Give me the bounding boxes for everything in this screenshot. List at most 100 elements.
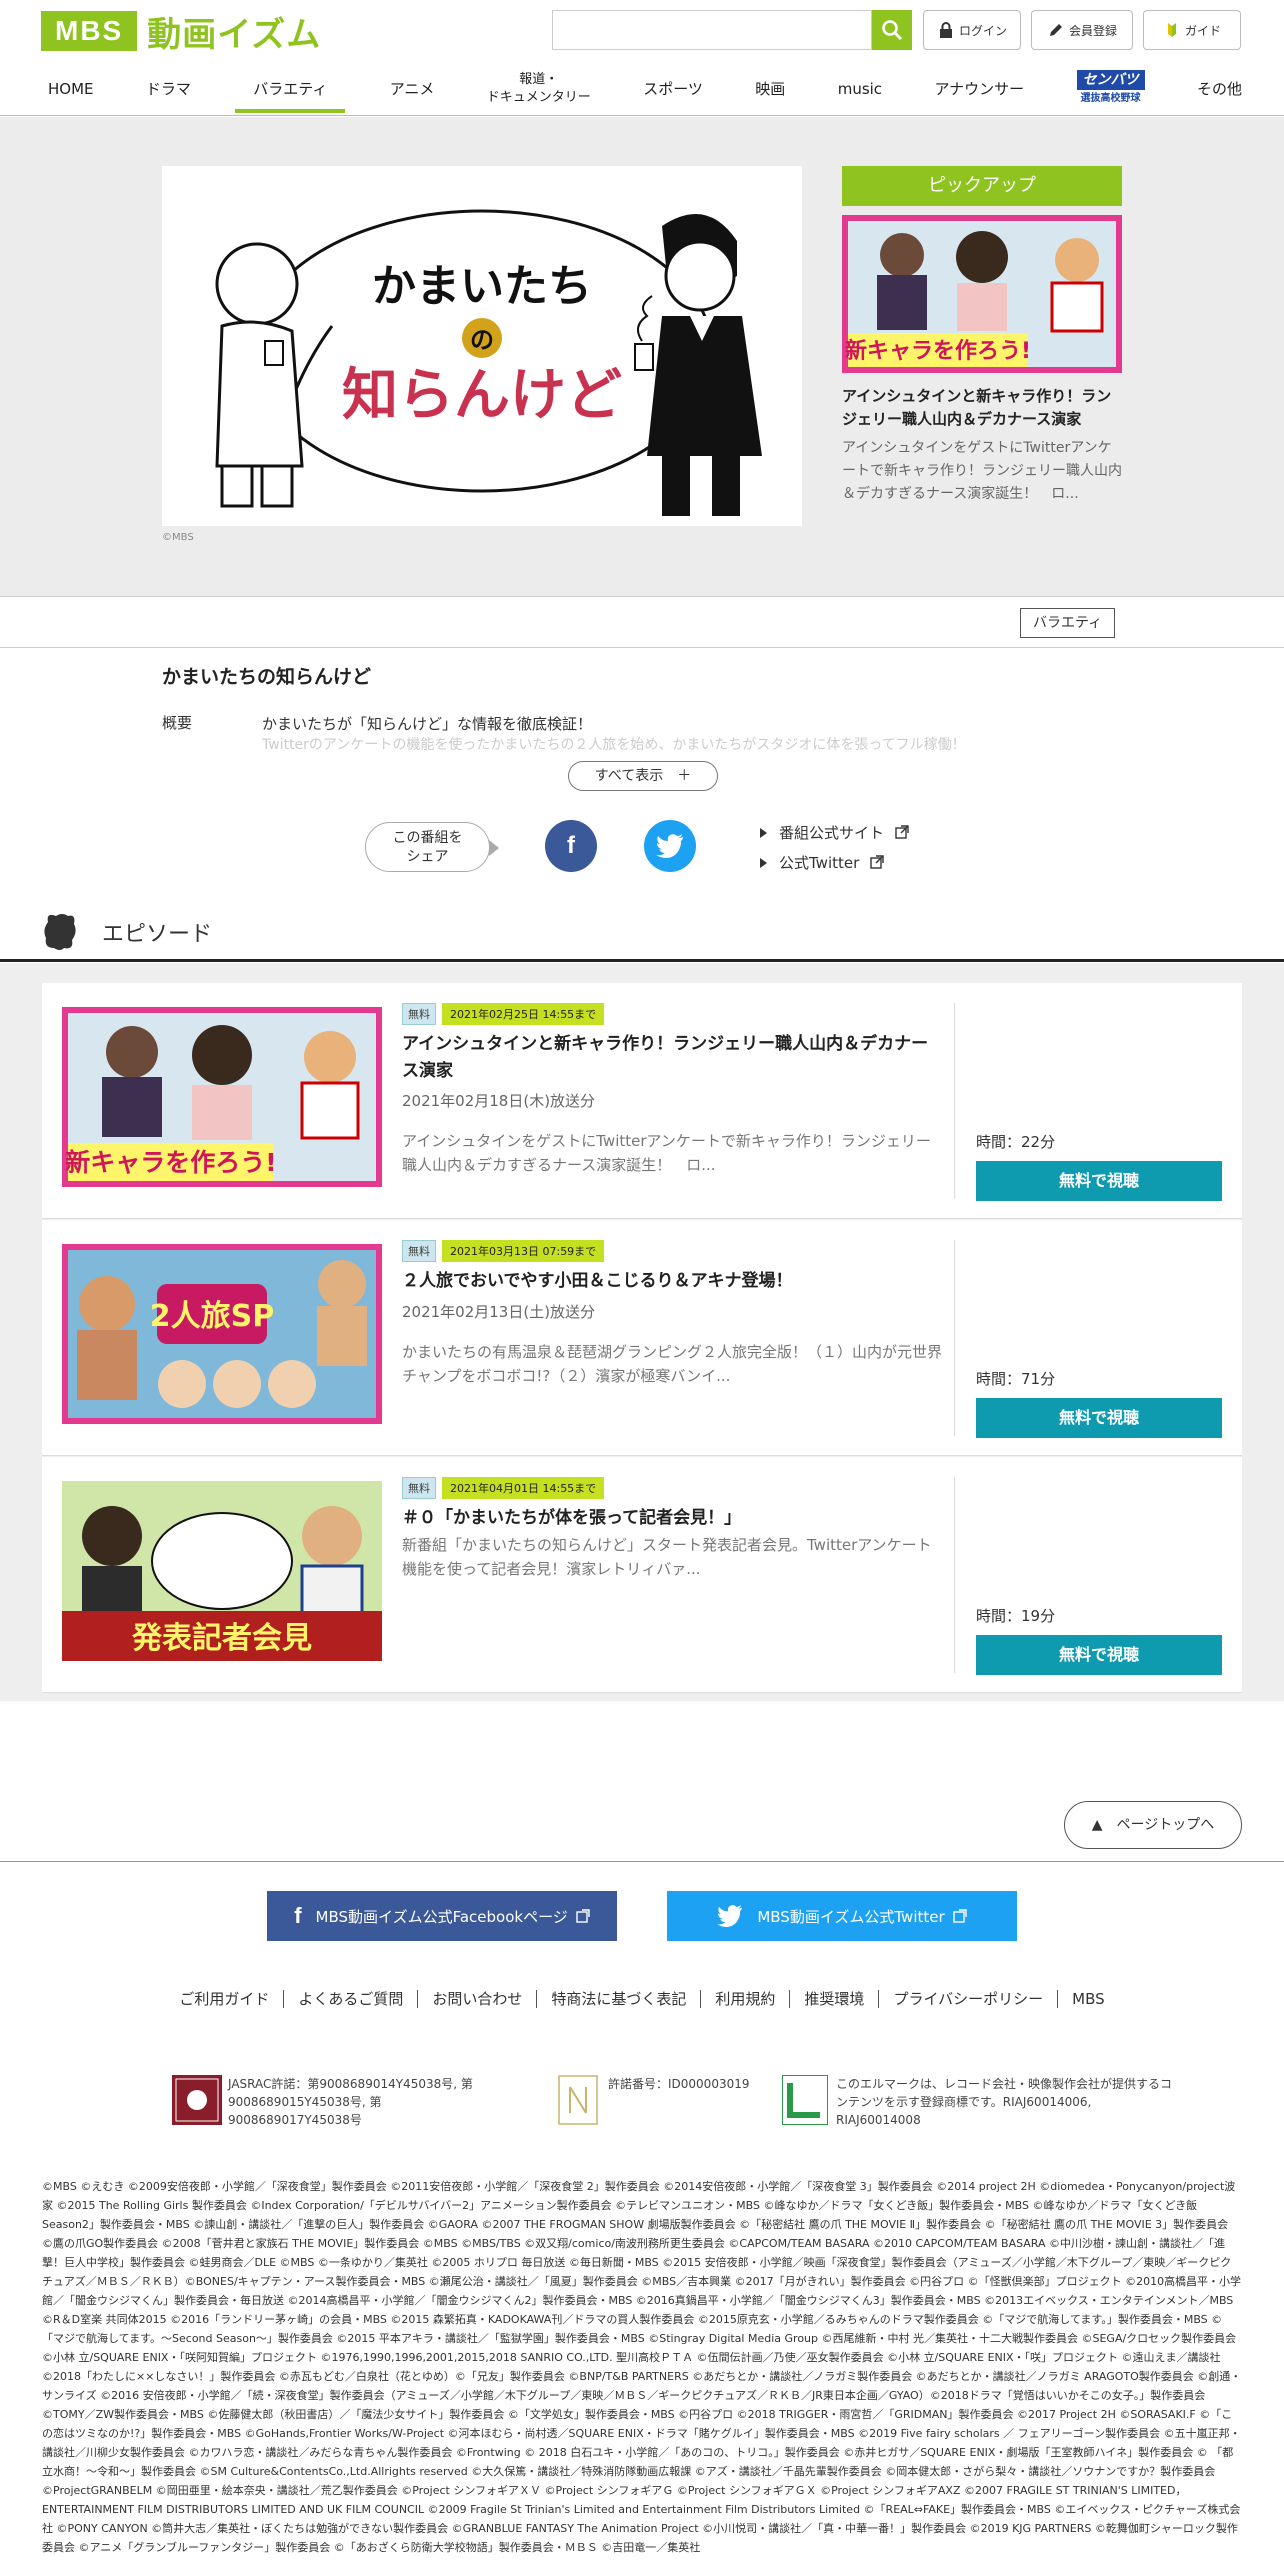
footer-link-guide[interactable]: ご利用ガイド: [165, 1990, 285, 2008]
episode-description: アインシュタインをゲストにTwitterアンケートで新キャラ作り！ランジェリー職…: [402, 1132, 931, 1174]
guide-label: ガイド: [1184, 23, 1221, 38]
logo-title: 動画イズム: [147, 14, 322, 55]
facebook-share-button[interactable]: f: [545, 820, 597, 872]
episode-thumbnail[interactable]: 新キャラを作ろう!: [62, 1007, 382, 1187]
episode-thumbnail-art: 発表記者会見: [62, 1481, 382, 1661]
nav-variety[interactable]: バラエティ: [235, 67, 346, 113]
episode-card[interactable]: 2人旅SP 無料 2021年03月13日 07:59まで ２人旅でおいでやす小田…: [42, 1220, 1242, 1456]
program-key-visual: かまいたち の 知らんけど: [162, 166, 802, 526]
triangle-bullet-icon: [760, 828, 767, 838]
jasrac-text: JASRAC許諾：第9008689014Y45038号, 第9008689015…: [228, 2077, 473, 2127]
episode-thumbnail-art: 新キャラを作ろう!: [62, 1007, 382, 1187]
episode-thumbnail[interactable]: 発表記者会見: [62, 1481, 382, 1661]
episodes-header: エピソード: [0, 898, 1284, 962]
footer-link-faq[interactable]: よくあるご質問: [284, 1990, 419, 2008]
main-nav: HOME ドラマ バラエティ アニメ 報道・ ドキュメンタリー スポーツ 映画 …: [40, 66, 1250, 113]
external-link-icon: [870, 855, 884, 869]
site-header: MBS 動画イズム ログイン 会員登録 ガイド HOME ドラマ バラエティ ア…: [0, 0, 1284, 116]
episode-divider: [954, 1240, 955, 1436]
nav-news-documentary[interactable]: 報道・ ドキュメンタリー: [479, 67, 599, 111]
facebook-icon: f: [567, 832, 575, 859]
footer-link-privacy[interactable]: プライバシーポリシー: [879, 1990, 1059, 2008]
nav-home[interactable]: HOME: [40, 67, 102, 111]
nav-anime[interactable]: アニメ: [382, 67, 443, 111]
site-logo[interactable]: MBS 動画イズム: [41, 10, 341, 55]
footer-divider: [0, 1861, 1284, 1862]
episode-duration: 時間：71分: [976, 1370, 1056, 1388]
external-link-icon: [952, 1909, 967, 1923]
episode-title[interactable]: アインシュタインと新キャラ作り！ランジェリー職人山内＆デカナース演家: [402, 1031, 942, 1085]
official-site-label: 番組公式サイト: [779, 824, 885, 842]
nav-sports[interactable]: スポーツ: [635, 67, 711, 111]
search-button[interactable]: [872, 10, 912, 50]
nav-music-label: music: [837, 80, 883, 98]
episode-duration: 時間：19分: [976, 1607, 1056, 1625]
free-badge: 無料: [402, 1240, 436, 1262]
genre-tag[interactable]: バラエティ: [1020, 608, 1116, 638]
nav-announcer[interactable]: アナウンサー: [926, 67, 1032, 111]
nextone-text: 許諾番号：ID000003019: [608, 2077, 750, 2091]
search-icon: [882, 20, 903, 41]
register-button[interactable]: 会員登録: [1031, 10, 1133, 50]
footer-link-tokusho[interactable]: 特商法に基づく表記: [537, 1990, 702, 2008]
footer-link-contact[interactable]: お問い合わせ: [418, 1990, 538, 2008]
twitter-icon: [656, 834, 683, 858]
nav-documentary-label: ドキュメンタリー: [486, 90, 591, 105]
nav-news-label: 報道・: [519, 72, 559, 87]
availability-badge: 2021年04月01日 14:55まで: [442, 1477, 605, 1499]
pickup-thumb-text: 新キャラを作ろう!: [845, 338, 1031, 364]
logo-mbs: MBS: [41, 11, 138, 51]
nav-home-label: HOME: [48, 80, 94, 98]
facebook-banner-label: MBS動画イズム公式Facebookページ: [315, 1907, 568, 1926]
nav-other-label: その他: [1196, 80, 1242, 98]
availability-badge: 2021年03月13日 07:59まで: [442, 1240, 605, 1262]
lock-icon: [939, 22, 952, 38]
login-button[interactable]: ログイン: [923, 10, 1021, 50]
episode-divider: [954, 1003, 955, 1199]
pickup-title[interactable]: アインシュタインと新キャラ作り！ランジェリー職人山内＆デカナース演家: [842, 385, 1122, 431]
lmark-logo: [782, 2075, 828, 2125]
mascot-icon: [44, 914, 76, 950]
official-twitter-link[interactable]: 公式Twitter: [760, 852, 884, 873]
pickup-thumbnail[interactable]: 新キャラを作ろう!: [842, 215, 1122, 373]
episode-title[interactable]: ＃０「かまいたちが体を張って記者会見！」: [402, 1505, 942, 1532]
summary-text: かまいたちが「知らんけど」な情報を徹底検証！: [262, 715, 593, 733]
episode-title[interactable]: ２人旅でおいでやす小田＆こじるり＆アキナ登場！: [402, 1268, 942, 1295]
footer-link-environment[interactable]: 推奨環境: [790, 1990, 880, 2008]
episode-description: 新番組「かまいたちの知らんけど」スタート発表記者会見。Twitterアンケート機…: [402, 1536, 932, 1578]
nav-other[interactable]: その他: [1189, 67, 1250, 111]
episode-card[interactable]: 新キャラを作ろう! 無料 2021年02月25日 14:55まで アインシュタイ…: [42, 983, 1242, 1219]
copyright-notice: ©MBS ©えむき ©2009安倍夜郎・小学館／「深夜食堂」製作委員会 ©201…: [42, 2180, 1242, 2554]
facebook-page-banner[interactable]: f MBS動画イズム公式Facebookページ: [267, 1891, 617, 1941]
episode-air-date: 2021年02月13日(土)放送分: [402, 1303, 596, 1321]
official-site-link[interactable]: 番組公式サイト: [760, 822, 909, 843]
episodes-title: エピソード: [102, 922, 213, 947]
facebook-icon: f: [294, 1903, 302, 1928]
share-label: この番組を シェア: [365, 822, 499, 872]
twitter-share-button[interactable]: [644, 820, 696, 872]
nav-anime-label: アニメ: [389, 80, 435, 98]
episode-list: 新キャラを作ろう! 無料 2021年02月25日 14:55まで アインシュタイ…: [0, 963, 1284, 1701]
pickup-label: ピックアップ: [842, 166, 1122, 206]
watch-free-button[interactable]: 無料で視聴: [976, 1398, 1222, 1438]
footer-link-mbs[interactable]: MBS: [1058, 1990, 1119, 2008]
hero-title-line1: かまいたち: [372, 261, 592, 312]
hero-title-no: の: [470, 326, 494, 354]
twitter-page-banner[interactable]: MBS動画イズム公式Twitter: [667, 1891, 1017, 1941]
watch-free-button[interactable]: 無料で視聴: [976, 1161, 1222, 1201]
search-input[interactable]: [552, 10, 872, 50]
nav-music[interactable]: music: [830, 67, 890, 111]
episode-card[interactable]: 発表記者会見 無料 2021年04月01日 14:55まで ＃０「かまいたちが体…: [42, 1457, 1242, 1693]
nav-drama[interactable]: ドラマ: [138, 67, 199, 111]
guide-button[interactable]: ガイド: [1143, 10, 1241, 50]
share-label-line2: シェア: [406, 849, 449, 865]
nav-drama-label: ドラマ: [145, 80, 191, 98]
nav-senbatsu[interactable]: センバツ 選抜高校野球: [1069, 67, 1153, 111]
watch-free-button[interactable]: 無料で視聴: [976, 1635, 1222, 1675]
episode-thumbnail[interactable]: 2人旅SP: [62, 1244, 382, 1424]
footer-link-terms[interactable]: 利用規約: [701, 1990, 791, 2008]
official-twitter-label: 公式Twitter: [779, 854, 860, 872]
nav-movie[interactable]: 映画: [747, 67, 793, 111]
page-top-button[interactable]: ▲ ページトップへ: [1064, 1801, 1242, 1849]
show-all-button[interactable]: すべて表示 ＋: [568, 761, 718, 791]
